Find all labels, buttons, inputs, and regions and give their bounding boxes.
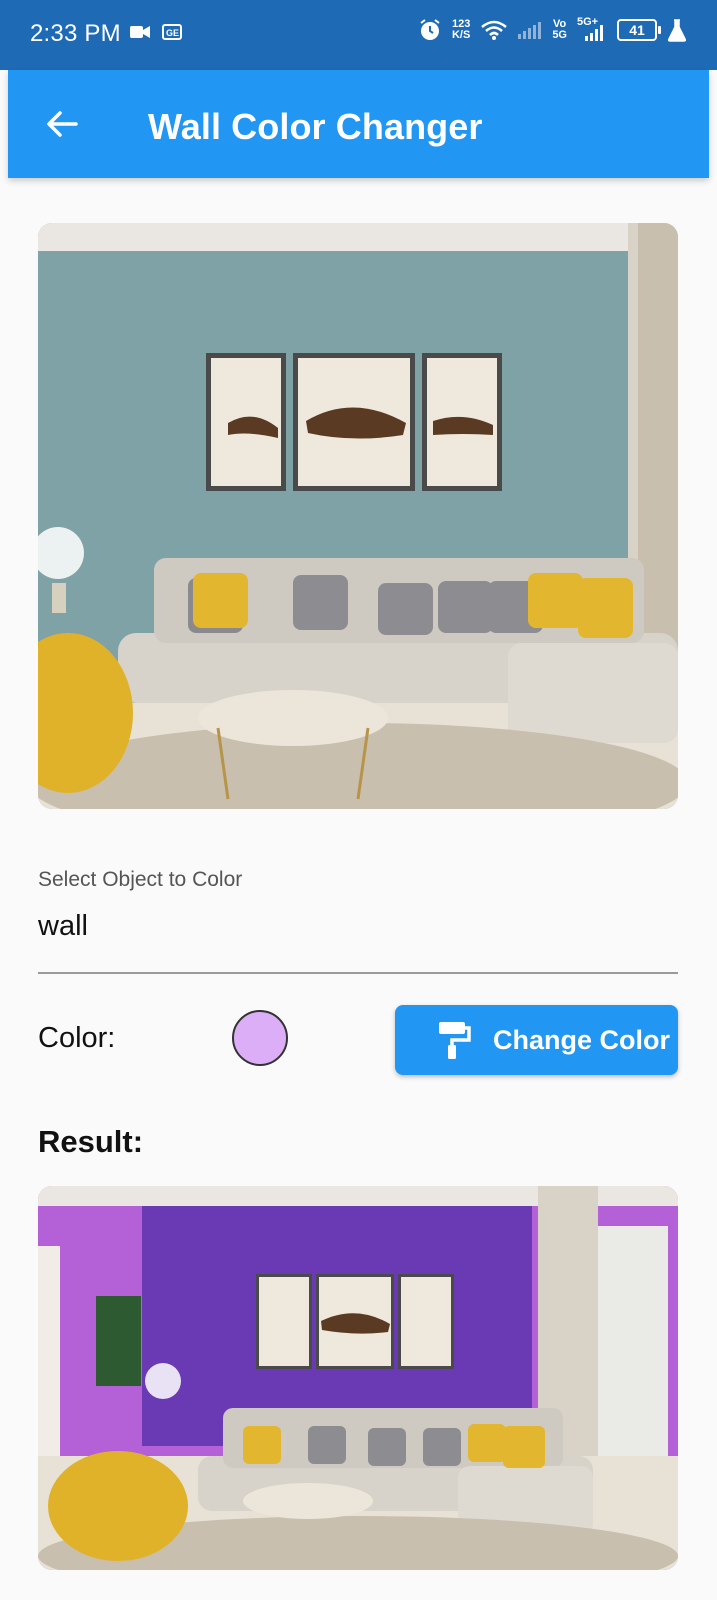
back-arrow-icon[interactable] [44, 106, 80, 142]
color-label: Color: [38, 1022, 116, 1054]
paint-roller-icon [439, 1022, 471, 1059]
gallery-icon: GE [162, 24, 182, 40]
battery-icon: 41 [617, 19, 661, 41]
change-color-button[interactable]: Change Color [395, 1005, 678, 1075]
alarm-icon [420, 19, 440, 40]
change-color-label: Change Color [493, 1024, 671, 1055]
object-input[interactable]: wall [38, 910, 88, 943]
status-time: 2:33 PM [30, 20, 121, 47]
volte-indicator: Vo 5G [552, 18, 567, 41]
original-room-image [38, 223, 678, 809]
network-speed: 123 K/S [451, 18, 471, 41]
flask-icon [667, 19, 687, 42]
signal-weak-icon [518, 22, 542, 39]
object-field-label: Select Object to Color [38, 868, 243, 891]
result-heading: Result: [38, 1124, 144, 1159]
svg-text:GE: GE [166, 28, 179, 38]
video-camera-icon [130, 26, 150, 38]
signal-icon: 5G+ [577, 16, 607, 42]
wifi-icon [481, 20, 508, 40]
app-bar: Wall Color Changer [8, 70, 709, 178]
object-input-underline [38, 972, 678, 974]
result-room-image [38, 1186, 678, 1570]
color-swatch[interactable] [232, 1010, 288, 1066]
page-title: Wall Color Changer [148, 106, 483, 147]
status-bar: 2:33 PM GE 123 K/S Vo 5G 5G+ 41 [0, 0, 717, 70]
